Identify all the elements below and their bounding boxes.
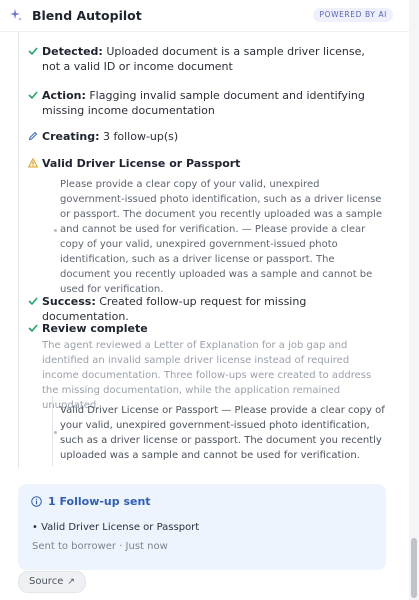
app-title: Blend Autopilot bbox=[32, 8, 142, 23]
check-icon bbox=[28, 47, 38, 56]
step-label: Detected: bbox=[42, 45, 103, 58]
info-icon bbox=[31, 496, 42, 507]
check-icon bbox=[28, 324, 38, 333]
source-button[interactable]: Source ↗ bbox=[18, 571, 86, 593]
bullet-dot bbox=[54, 431, 57, 434]
card-title: 1 Follow-up sent bbox=[48, 495, 151, 508]
timeline-line bbox=[18, 32, 19, 469]
warning-icon bbox=[28, 158, 38, 168]
step-followup-warning: Valid Driver License or Passport bbox=[28, 156, 380, 171]
activity-feed[interactable]: Detected: Uploaded document is a sample … bbox=[0, 32, 409, 600]
review-summary: The agent reviewed a Letter of Explanati… bbox=[42, 340, 372, 411]
followup-title: Valid Driver License or Passport bbox=[42, 157, 241, 170]
check-icon bbox=[28, 91, 38, 100]
review-item: Valid Driver License or Passport — Pleas… bbox=[60, 405, 385, 461]
step-label: Action: bbox=[42, 89, 86, 102]
step-action: Action: Flagging invalid sample document… bbox=[28, 88, 380, 118]
step-label: Success: bbox=[42, 295, 96, 308]
step-text: 3 follow-up(s) bbox=[103, 130, 179, 143]
powered-by-badge: POWERED BY AI bbox=[313, 8, 393, 22]
followup-sent-card: 1 Follow-up sent • Valid Driver License … bbox=[18, 484, 386, 570]
external-link-icon: ↗ bbox=[67, 577, 75, 587]
bullet-dot bbox=[54, 229, 57, 232]
pencil-icon bbox=[28, 131, 38, 141]
panel-header: Blend Autopilot POWERED BY AI bbox=[0, 0, 409, 32]
step-review-complete: Review complete bbox=[28, 321, 380, 336]
review-title: Review complete bbox=[42, 322, 148, 335]
step-success: Success: Created follow-up request for m… bbox=[28, 294, 380, 324]
source-label: Source bbox=[29, 576, 64, 587]
followup-detail: Please provide a clear copy of your vali… bbox=[60, 179, 383, 295]
scrollbar[interactable] bbox=[409, 0, 419, 600]
scrollbar-thumb[interactable] bbox=[411, 538, 417, 598]
step-creating: Creating: 3 follow-up(s) bbox=[28, 129, 380, 144]
step-text: Flagging invalid sample document and ide… bbox=[42, 89, 365, 117]
step-label: Creating: bbox=[42, 130, 100, 143]
card-meta: Sent to borrower · Just now bbox=[32, 541, 168, 552]
step-detected: Detected: Uploaded document is a sample … bbox=[28, 44, 380, 74]
sparkle-icon bbox=[10, 9, 22, 21]
check-icon bbox=[28, 297, 38, 306]
card-followup-item: • Valid Driver License or Passport bbox=[32, 522, 200, 533]
review-item-rule bbox=[52, 396, 53, 466]
